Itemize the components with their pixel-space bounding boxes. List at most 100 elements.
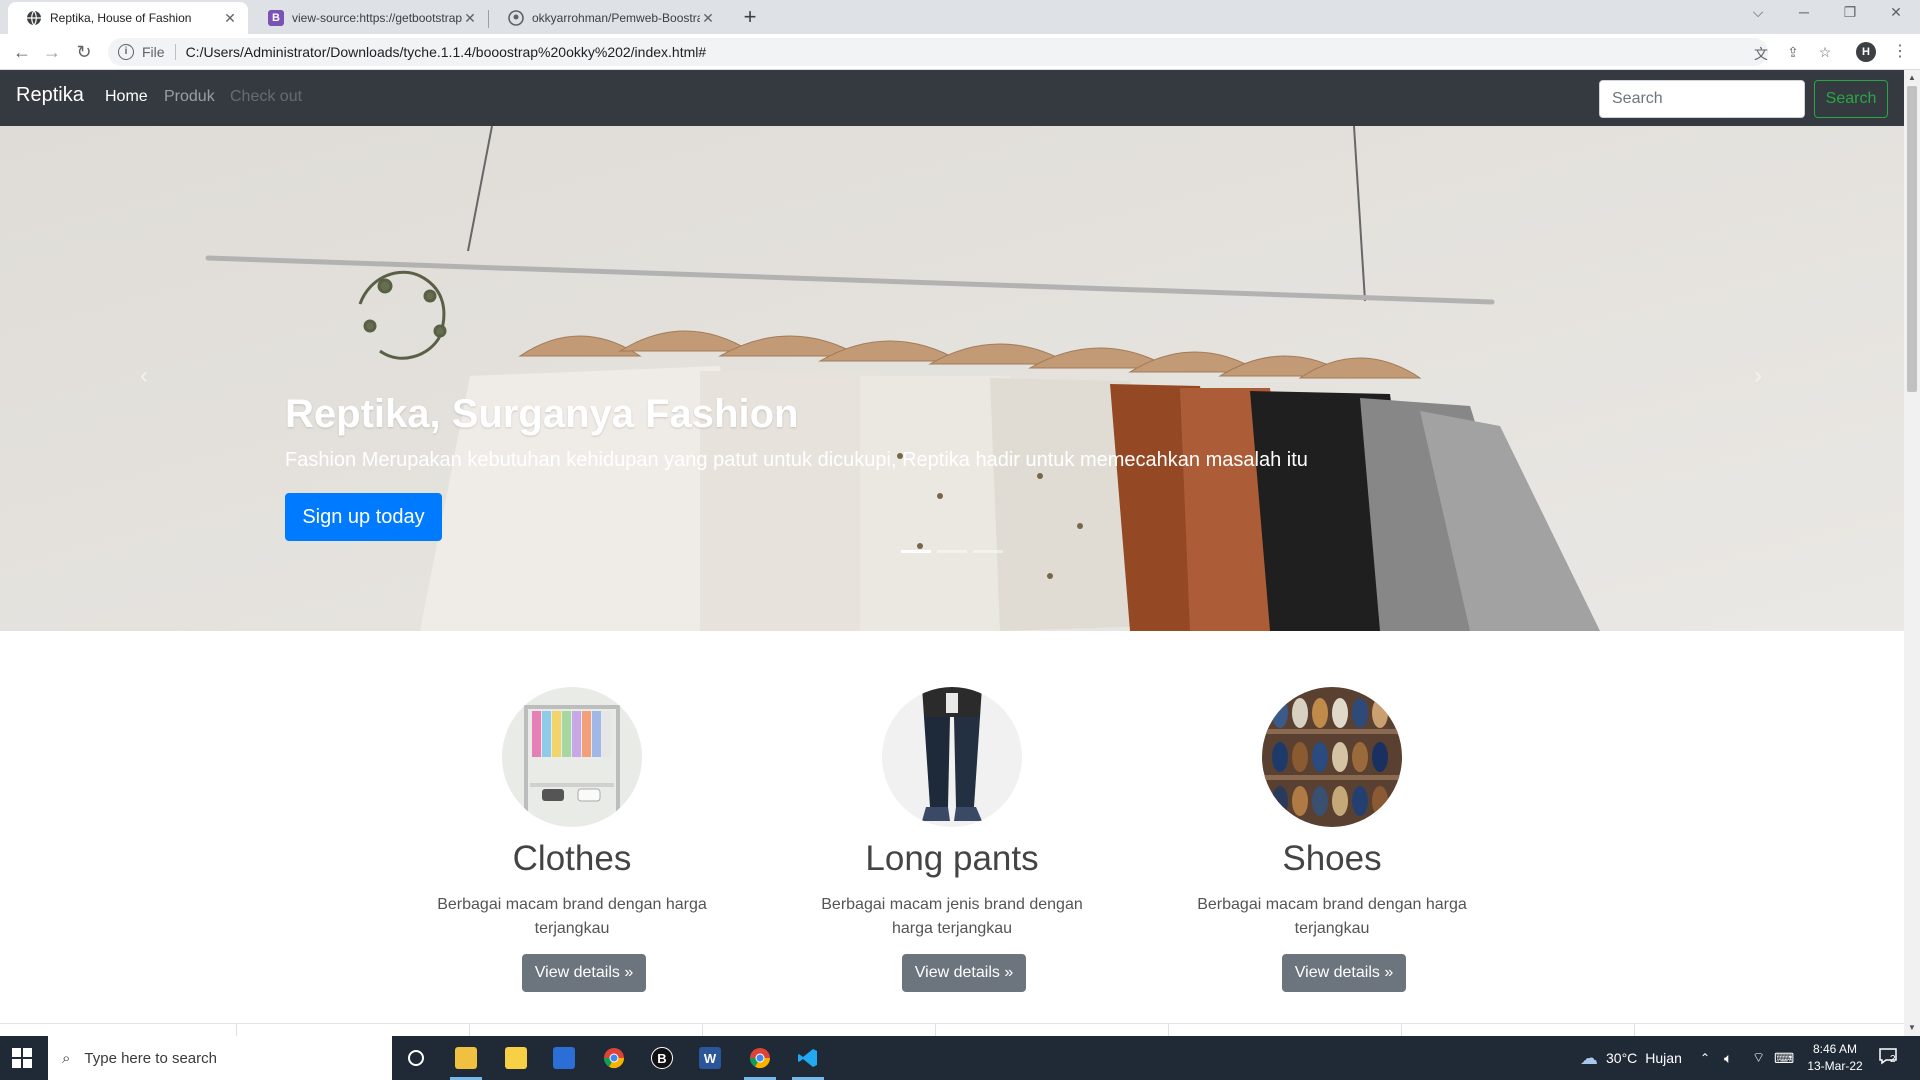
- scrollbar-thumb[interactable]: [1907, 86, 1917, 392]
- close-window-icon[interactable]: ✕: [1884, 4, 1908, 21]
- carousel-indicator[interactable]: [901, 550, 931, 553]
- scheme-label: File: [142, 44, 165, 60]
- clothes-rack-image: [502, 687, 642, 827]
- search-input[interactable]: [1599, 80, 1805, 118]
- bootstrap-icon: B: [268, 10, 284, 26]
- tab-github[interactable]: okkyarrohman/Pemweb-Boostra ✕: [490, 2, 726, 34]
- scroll-down-icon[interactable]: ▼: [1904, 1020, 1920, 1036]
- weather-condition: Hujan: [1645, 1050, 1682, 1066]
- weather-widget[interactable]: ☁ 30°C Hujan: [1580, 1036, 1682, 1080]
- reload-icon[interactable]: ↻: [72, 40, 96, 64]
- hero-clothes-rack-image: [0, 126, 1904, 631]
- long-pants-image: [882, 687, 1022, 827]
- column-divider: [702, 1024, 703, 1036]
- feature-title: Long pants: [865, 839, 1039, 878]
- hero-carousel: ‹ › Reptika, Surganya Fashion Fashion Me…: [0, 126, 1904, 631]
- new-tab-button[interactable]: +: [738, 6, 762, 30]
- omnibox-divider: [174, 44, 176, 60]
- feature-title: Shoes: [1282, 839, 1382, 878]
- weather-temp: 30°C: [1606, 1050, 1638, 1066]
- tab-view-source[interactable]: B view-source:https://getbootstrap ✕: [250, 2, 488, 34]
- minimize-icon[interactable]: ─: [1792, 4, 1816, 20]
- clock-date: 13-Mar-22: [1807, 1059, 1863, 1073]
- taskbar-clock[interactable]: 8:46 AM 13-Mar-22: [1800, 1041, 1870, 1075]
- page-scrollbar[interactable]: ▲ ▼: [1904, 70, 1920, 1036]
- word-icon[interactable]: W: [686, 1036, 734, 1080]
- volume-icon[interactable]: 🔈︎: [1724, 1036, 1732, 1080]
- bootstrap-studio-icon[interactable]: B: [638, 1036, 686, 1080]
- taskbar-search-placeholder: Type here to search: [84, 1049, 217, 1067]
- scroll-up-icon[interactable]: ▲: [1904, 70, 1920, 86]
- cortana-icon[interactable]: [392, 1036, 440, 1080]
- store-icon[interactable]: [540, 1036, 588, 1080]
- keyboard-icon[interactable]: ⌨: [1774, 1036, 1794, 1080]
- chrome-icon[interactable]: [590, 1036, 638, 1080]
- tab-title: Reptika, House of Fashion: [50, 11, 192, 25]
- windows-start-icon[interactable]: [12, 1048, 32, 1068]
- view-details-button[interactable]: View details »: [522, 954, 646, 992]
- notification-count: 2: [1890, 1054, 1896, 1065]
- address-bar[interactable]: i File C:/Users/Administrator/Downloads/…: [108, 38, 1768, 66]
- carousel-indicator[interactable]: [973, 550, 1003, 553]
- hero-subtitle: Fashion Merupakan kebutuhan kehidupan ya…: [285, 449, 1308, 471]
- translate-icon[interactable]: 文: [1752, 44, 1770, 62]
- carousel-prev-icon[interactable]: ‹: [134, 362, 154, 389]
- network-icon[interactable]: ⌔: [1752, 1036, 1765, 1080]
- hero-title: Reptika, Surganya Fashion: [285, 392, 799, 436]
- restore-icon[interactable]: ❐: [1838, 4, 1862, 21]
- globe-icon: [26, 10, 42, 26]
- back-arrow-icon[interactable]: ←: [10, 40, 34, 64]
- site-navbar: Reptika Home Produk Check out Search: [0, 70, 1904, 126]
- tab-reptika[interactable]: Reptika, House of Fashion ✕: [8, 2, 248, 34]
- forward-arrow-icon[interactable]: →: [40, 40, 64, 64]
- rain-cloud-icon: ☁: [1580, 1047, 1598, 1068]
- clock-time: 8:46 AM: [1812, 1042, 1858, 1056]
- column-divider: [469, 1024, 470, 1036]
- notifications-icon[interactable]: 2: [1876, 1046, 1900, 1070]
- file-explorer-icon[interactable]: [442, 1036, 490, 1080]
- more-menu-icon[interactable]: ⋮: [1890, 42, 1910, 62]
- share-icon[interactable]: ⇪: [1784, 44, 1802, 62]
- view-details-button[interactable]: View details »: [902, 954, 1026, 992]
- column-divider: [1401, 1024, 1402, 1036]
- column-divider: [1168, 1024, 1169, 1036]
- search-button[interactable]: Search: [1814, 80, 1888, 118]
- column-divider: [236, 1024, 237, 1036]
- tab-separator: [488, 10, 489, 28]
- column-divider: [935, 1024, 936, 1036]
- nav-produk[interactable]: Produk: [164, 88, 215, 106]
- browser-toolbar: ← → ↻ i File C:/Users/Administrator/Down…: [0, 34, 1920, 70]
- profile-avatar[interactable]: H: [1856, 42, 1876, 62]
- star-icon[interactable]: ☆: [1816, 44, 1834, 62]
- close-icon[interactable]: ✕: [700, 10, 716, 26]
- taskbar-search[interactable]: ⌕ Type here to search: [48, 1036, 392, 1080]
- sticky-notes-icon[interactable]: [492, 1036, 540, 1080]
- tab-search-icon[interactable]: ⌵: [1746, 4, 1770, 21]
- sign-up-button[interactable]: Sign up today: [285, 493, 442, 541]
- url-text[interactable]: C:/Users/Administrator/Downloads/tyche.1…: [186, 44, 707, 60]
- info-icon[interactable]: i: [118, 44, 134, 60]
- page-viewport: Reptika Home Produk Check out Search Sea…: [0, 70, 1904, 1036]
- carousel-next-icon[interactable]: ›: [1748, 362, 1768, 389]
- windows-taskbar: ⌕ Type here to search B W ☁ 30°C Hujan ⌃…: [0, 1036, 1920, 1080]
- tab-title: okkyarrohman/Pemweb-Boostra: [532, 11, 700, 25]
- chrome-profile-icon[interactable]: [736, 1036, 784, 1080]
- close-icon[interactable]: ✕: [462, 10, 478, 26]
- view-details-button[interactable]: View details »: [1282, 954, 1406, 992]
- navbar-brand[interactable]: Reptika: [16, 84, 84, 107]
- close-icon[interactable]: ✕: [222, 10, 238, 26]
- shoe-shelf-image: [1262, 687, 1402, 827]
- tab-title: view-source:https://getbootstrap: [292, 11, 462, 25]
- feature-columns: Clothes Berbagai macam brand dengan harg…: [0, 631, 1904, 1036]
- column-divider: [1634, 1024, 1635, 1036]
- feature-description: Berbagai macam brand dengan harga terjan…: [1197, 896, 1467, 937]
- section-divider: [0, 1023, 1904, 1024]
- carousel-indicator[interactable]: [937, 550, 967, 553]
- nav-check-out: Check out: [230, 88, 303, 105]
- nav-home[interactable]: Home: [105, 88, 148, 106]
- vscode-icon[interactable]: [784, 1036, 832, 1080]
- show-hidden-icons-icon[interactable]: ⌃: [1700, 1036, 1710, 1080]
- carousel-indicators: [901, 550, 1003, 553]
- github-icon: [508, 10, 524, 26]
- feature-title: Clothes: [512, 839, 632, 878]
